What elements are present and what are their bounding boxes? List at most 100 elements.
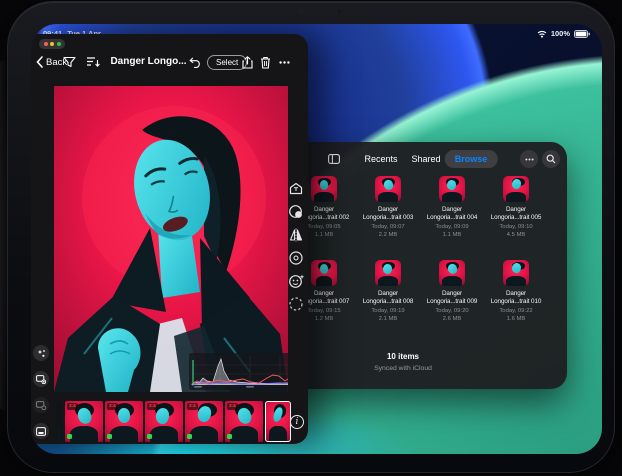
file-thumbnail <box>375 176 401 202</box>
file-size: 2.2 MB <box>356 231 420 239</box>
transform-tool-button[interactable] <box>288 180 305 197</box>
file-item[interactable]: Danger Longoria...trait 010 Today, 09:22… <box>484 260 548 323</box>
flip-tool-button[interactable] <box>288 226 305 243</box>
edited-badge <box>147 434 152 439</box>
filmstrip-thumbnail[interactable]: 3:4 <box>65 401 103 442</box>
paste-edits-button[interactable] <box>33 397 49 413</box>
sidebar-icon <box>328 154 340 164</box>
filmstrip-thumbnail[interactable]: 3:4 <box>225 401 263 442</box>
editor-toolbar: Back Dan <box>31 50 308 74</box>
histogram-chart <box>189 353 288 390</box>
battery-percent: 100% <box>551 29 570 38</box>
search-icon <box>546 154 556 164</box>
aspect-ratio-badge: 3:4 <box>187 403 198 410</box>
tab-browse[interactable]: Browse <box>445 150 498 168</box>
filmstrip-thumbnail[interactable]: 3:4 <box>145 401 183 442</box>
files-footer: 10 items Synced with iCloud <box>273 352 533 372</box>
filter-button[interactable] <box>63 50 76 74</box>
sort-descending-icon <box>86 56 101 68</box>
more-button[interactable] <box>279 50 290 74</box>
filmstrip: 3:4 3:4 3:4 3:4 <box>56 401 291 442</box>
file-date: Today, 09:07 <box>356 223 420 231</box>
vignette-icon <box>288 250 304 266</box>
filters-tool-button[interactable] <box>288 203 305 220</box>
ipad-device-frame: 09:41 Tue 1 Apr 100% <box>7 1 615 473</box>
file-size: 2.1 MB <box>356 315 420 323</box>
files-toolbar: Recents Shared Browse <box>273 148 567 170</box>
copy-edits-button[interactable] <box>33 371 49 387</box>
edited-badge <box>187 434 192 439</box>
histogram-panel[interactable] <box>189 353 288 392</box>
undo-icon <box>189 56 202 68</box>
sort-button[interactable] <box>86 50 101 74</box>
wifi-icon <box>537 30 547 38</box>
file-size: 1.1 MB <box>420 231 484 239</box>
filmstrip-thumbnail-selected[interactable] <box>265 401 291 442</box>
edited-badge <box>107 434 112 439</box>
file-name: Danger <box>484 290 548 298</box>
file-name: Danger <box>356 290 420 298</box>
file-item[interactable]: Danger Longoria...trait 009 Today, 09:20… <box>420 260 484 323</box>
paste-edits-icon <box>36 401 46 410</box>
photo-title: Danger Longo... <box>101 50 196 74</box>
filmstrip-toggle-button[interactable] <box>33 423 49 439</box>
mic-dot <box>338 10 341 13</box>
tab-recents[interactable]: Recents <box>364 148 397 170</box>
filters-icon <box>288 204 304 220</box>
filmstrip-toggle-icon <box>36 427 46 436</box>
vignette-tool-button[interactable] <box>288 249 305 266</box>
file-name: Longoria...trait 010 <box>484 298 548 306</box>
file-thumbnail <box>311 260 337 286</box>
files-window: Recents Shared Browse <box>273 142 567 389</box>
portrait-photo <box>54 86 288 392</box>
mask-icon <box>288 296 304 312</box>
file-thumbnail <box>439 260 465 286</box>
undo-button[interactable] <box>189 50 202 74</box>
file-item[interactable]: Danger Longoria...trait 003 Today, 09:07… <box>356 176 420 239</box>
sidebar-toggle-button[interactable] <box>325 150 343 168</box>
aspect-ratio-badge: 3:4 <box>67 403 78 410</box>
close-window-dot[interactable] <box>44 42 48 46</box>
share-icon <box>242 56 253 69</box>
filmstrip-thumbnail[interactable] <box>56 401 63 442</box>
delete-button[interactable] <box>260 50 271 74</box>
info-button[interactable]: i <box>290 415 304 429</box>
file-date: Today, 09:22 <box>484 307 548 315</box>
file-item[interactable]: Danger Longoria...trait 004 Today, 09:09… <box>420 176 484 239</box>
file-date: Today, 09:10 <box>484 223 548 231</box>
file-name: Danger <box>484 206 548 214</box>
tab-shared[interactable]: Shared <box>411 148 440 170</box>
aspect-ratio-badge: 3:4 <box>107 403 118 410</box>
photo-canvas[interactable] <box>54 86 288 392</box>
file-item[interactable]: Danger Longoria...trait 005 Today, 09:10… <box>484 176 548 239</box>
more-button[interactable] <box>520 150 538 168</box>
front-camera <box>298 8 305 15</box>
edited-badge <box>67 434 72 439</box>
file-item[interactable]: Danger Longoria...trait 008 Today, 09:19… <box>356 260 420 323</box>
file-name: Danger <box>420 290 484 298</box>
filmstrip-thumbnail[interactable]: 3:4 <box>105 401 143 442</box>
file-date: Today, 09:19 <box>356 307 420 315</box>
file-size: 2.6 MB <box>420 315 484 323</box>
item-count: 10 items <box>273 352 533 361</box>
filmstrip-thumbnail[interactable]: 3:4 <box>185 401 223 442</box>
more-ellipsis-icon <box>525 158 534 161</box>
background-glint <box>0 60 7 410</box>
minimize-window-dot[interactable] <box>50 42 54 46</box>
search-button[interactable] <box>542 150 560 168</box>
mask-tool-button[interactable] <box>288 295 305 312</box>
file-thumbnail <box>439 176 465 202</box>
auto-enhance-button[interactable] <box>33 345 49 361</box>
file-name: Longoria...trait 009 <box>420 298 484 306</box>
back-chevron-icon <box>36 56 43 68</box>
share-button[interactable] <box>242 50 253 74</box>
file-name: Longoria...trait 008 <box>356 298 420 306</box>
window-controls[interactable] <box>39 39 65 49</box>
retouch-tool-button[interactable] <box>288 272 305 289</box>
sync-status: Synced with iCloud <box>273 365 533 372</box>
ipad-screen: 09:41 Tue 1 Apr 100% <box>31 24 602 454</box>
zoom-window-dot[interactable] <box>57 42 61 46</box>
photo-editor-window: Back Dan <box>31 34 308 444</box>
file-date: Today, 09:09 <box>420 223 484 231</box>
battery-icon <box>574 30 590 38</box>
